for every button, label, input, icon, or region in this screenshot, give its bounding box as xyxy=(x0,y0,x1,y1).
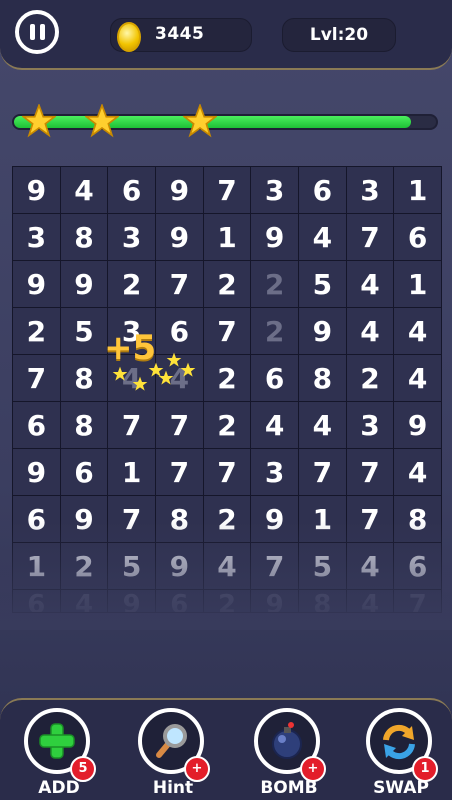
grid-cell[interactable]: 9 xyxy=(156,167,203,213)
grid-cell[interactable]: 6 xyxy=(156,308,203,354)
grid-cell[interactable]: 6 xyxy=(108,167,155,213)
coin-count: 3445 xyxy=(155,24,205,44)
grid-cell[interactable]: 2 xyxy=(203,402,251,448)
grid-cell[interactable]: 1 xyxy=(203,214,251,260)
bomb-button[interactable]: + BOMB xyxy=(254,708,326,798)
grid-cell[interactable]: 8 xyxy=(60,402,108,448)
sparkle-icon xyxy=(180,362,196,377)
grid-cell[interactable]: 1 xyxy=(394,261,441,307)
grid-cell[interactable]: 4 xyxy=(251,402,298,448)
grid-cell[interactable]: 4 xyxy=(299,214,346,260)
magnifier-icon xyxy=(156,724,187,758)
bomb-label: BOMB xyxy=(260,778,318,798)
grid-cell[interactable]: 7 xyxy=(203,167,251,213)
hint-label: Hint xyxy=(152,778,194,798)
grid-cell[interactable]: 1 xyxy=(108,449,155,495)
grid-cell[interactable]: 3 xyxy=(346,167,394,213)
swap-icon xyxy=(383,724,415,760)
grid-cell[interactable]: 8 xyxy=(60,355,108,401)
progress-bar xyxy=(12,114,438,130)
grid-cell[interactable]: 2 xyxy=(13,308,60,354)
grid-cell[interactable]: 8 xyxy=(299,355,346,401)
grid-cell[interactable]: 4 xyxy=(394,308,441,354)
grid-cell[interactable]: 4 xyxy=(346,261,394,307)
grid-cell[interactable]: 2 xyxy=(346,355,394,401)
grid-cell[interactable]: 9 xyxy=(13,167,60,213)
level-indicator: Lvl:20 xyxy=(282,18,396,52)
grid-cell[interactable]: 2 xyxy=(203,261,251,307)
grid-cell[interactable]: 9 xyxy=(60,261,108,307)
grid-cell[interactable]: 7 xyxy=(299,449,346,495)
grid-cell[interactable]: 3 xyxy=(251,167,298,213)
grid-cell[interactable]: 7 xyxy=(156,449,203,495)
grid-cell[interactable]: 8 xyxy=(60,214,108,260)
pause-icon xyxy=(29,24,35,40)
star-icon xyxy=(85,104,119,138)
grid-cell[interactable]: 4 xyxy=(394,449,441,495)
grid-cell[interactable]: 9 xyxy=(156,214,203,260)
grid-cell[interactable]: 4 xyxy=(60,167,108,213)
add-label: ADD xyxy=(38,778,80,798)
grid-cell[interactable]: 3 xyxy=(251,449,298,495)
plus-icon xyxy=(39,723,75,759)
coin-icon xyxy=(117,22,141,52)
sparkle-icon xyxy=(132,376,148,391)
grid-cell[interactable]: 6 xyxy=(13,402,60,448)
coin-counter: 3445 xyxy=(110,18,252,52)
grid-cell[interactable]: 3 xyxy=(108,214,155,260)
grid-cell[interactable]: 9 xyxy=(299,308,346,354)
top-bar: 3445 Lvl:20 xyxy=(0,0,452,70)
grid-cell[interactable]: 7 xyxy=(156,402,203,448)
grid-cell[interactable]: 9 xyxy=(13,261,60,307)
grid-cell[interactable]: 7 xyxy=(108,402,155,448)
grid-cell[interactable]: 9 xyxy=(251,214,298,260)
grid-cell[interactable]: 5 xyxy=(60,308,108,354)
add-button[interactable]: 5 ADD xyxy=(24,708,96,798)
swap-label: SWAP xyxy=(373,778,429,798)
grid-cell[interactable]: 6 xyxy=(394,214,441,260)
grid-cell[interactable]: 6 xyxy=(251,355,298,401)
sparkle-icon xyxy=(148,362,164,377)
grid-cell[interactable]: 4 xyxy=(394,355,441,401)
grid-cell[interactable]: 6 xyxy=(299,167,346,213)
grid-cell[interactable]: 7 xyxy=(203,449,251,495)
grid-cell[interactable]: 2 xyxy=(251,261,298,307)
grid-cell[interactable]: 3 xyxy=(346,402,394,448)
grid-cell[interactable]: 3 xyxy=(13,214,60,260)
star-icon xyxy=(22,104,56,138)
tools-bar: 5 ADD + Hint + BOMB 1 SWAP xyxy=(0,698,452,800)
grid-cell[interactable]: 7 xyxy=(203,308,251,354)
pause-button[interactable] xyxy=(15,10,59,54)
grid-cell[interactable]: 9 xyxy=(13,449,60,495)
grid-cell[interactable]: 4 xyxy=(346,308,394,354)
grid-cell[interactable]: 2 xyxy=(108,261,155,307)
sparkle-icon xyxy=(112,366,128,381)
board-fade xyxy=(0,520,452,630)
grid-cell[interactable]: 4 xyxy=(299,402,346,448)
grid-cell[interactable]: 2 xyxy=(251,308,298,354)
grid-cell[interactable]: 9 xyxy=(394,402,441,448)
grid-cell[interactable]: 6 xyxy=(60,449,108,495)
grid-cell[interactable]: 7 xyxy=(13,355,60,401)
hint-button[interactable]: + Hint xyxy=(138,708,210,798)
grid-cell[interactable]: 2 xyxy=(203,355,251,401)
grid-cell[interactable]: 7 xyxy=(156,261,203,307)
bomb-icon xyxy=(272,722,302,759)
grid-cell[interactable]: 5 xyxy=(299,261,346,307)
swap-button[interactable]: 1 SWAP xyxy=(366,708,438,798)
grid-cell[interactable]: 7 xyxy=(346,214,394,260)
grid-cell[interactable]: 7 xyxy=(346,449,394,495)
star-icon xyxy=(183,104,217,138)
grid-cell[interactable]: 1 xyxy=(394,167,441,213)
